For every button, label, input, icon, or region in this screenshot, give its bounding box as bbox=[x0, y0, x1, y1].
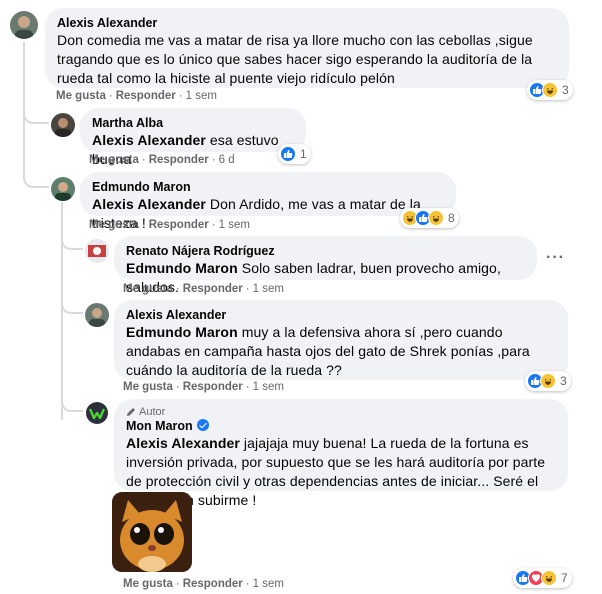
haha-icon bbox=[428, 210, 444, 226]
more-options-button[interactable]: ··· bbox=[546, 249, 565, 267]
thread-connector bbox=[61, 398, 83, 412]
like-button[interactable]: Me gusta bbox=[89, 154, 139, 166]
timestamp[interactable]: 6 d bbox=[219, 154, 235, 166]
thread-line bbox=[61, 202, 63, 420]
thread-connector bbox=[23, 174, 49, 188]
haha-icon bbox=[540, 373, 556, 389]
timestamp[interactable]: 1 sem bbox=[186, 90, 217, 102]
comment-actions: Me gusta · Responder · 1 sem bbox=[56, 90, 217, 102]
thread-line bbox=[23, 42, 25, 174]
mention-link[interactable]: Alexis Alexander bbox=[92, 132, 206, 148]
timestamp[interactable]: 1 sem bbox=[253, 578, 284, 590]
comment-author[interactable]: Martha Alba bbox=[92, 115, 294, 131]
comment-bubble: Edmundo Maron Alexis Alexander Don Ardid… bbox=[80, 172, 456, 231]
timestamp[interactable]: 1 sem bbox=[219, 219, 250, 231]
avatar[interactable] bbox=[10, 11, 38, 39]
avatar[interactable] bbox=[85, 239, 109, 263]
comment-bubble: Renato Nájera Rodríguez Edmundo Maron So… bbox=[114, 236, 537, 295]
comment-bubble: Martha Alba Alexis Alexander esa estuvo … bbox=[80, 108, 306, 167]
comment-author[interactable]: Mon Maron bbox=[126, 418, 556, 434]
pencil-icon bbox=[126, 407, 136, 417]
thread-connector bbox=[61, 300, 83, 314]
avatar[interactable] bbox=[85, 401, 109, 425]
mention-link[interactable]: Edmundo Maron bbox=[126, 324, 238, 340]
reply-button[interactable]: Responder bbox=[183, 578, 243, 590]
mention-link[interactable]: Alexis Alexander bbox=[126, 435, 240, 451]
like-button[interactable]: Me gusta bbox=[123, 283, 173, 295]
reaction-count: 3 bbox=[560, 374, 567, 388]
reaction-count: 3 bbox=[562, 83, 569, 97]
comment-bubble: Autor Mon Maron Alexis Alexander jajajaj… bbox=[114, 399, 568, 508]
comment-bubble: Alexis Alexander Don comedia me vas a ma… bbox=[45, 8, 569, 88]
reply-button[interactable]: Responder bbox=[116, 90, 176, 102]
sticker-image[interactable] bbox=[112, 492, 192, 572]
reaction-count: 1 bbox=[300, 147, 307, 161]
like-button[interactable]: Me gusta bbox=[123, 578, 173, 590]
like-button[interactable]: Me gusta bbox=[89, 219, 139, 231]
verified-badge-icon bbox=[196, 419, 209, 431]
reaction-count: 7 bbox=[561, 571, 568, 585]
author-tag-label: Autor bbox=[139, 406, 166, 418]
like-icon bbox=[280, 146, 296, 162]
reaction-summary[interactable]: 3 bbox=[525, 371, 571, 391]
comment-actions: Me gusta · Responder · 1 sem bbox=[123, 381, 284, 393]
comment-actions: Me gusta · Responder · 1 sem bbox=[123, 283, 284, 295]
mention-link[interactable]: Edmundo Maron bbox=[126, 260, 238, 276]
reply-button[interactable]: Responder bbox=[183, 381, 243, 393]
thread-connector bbox=[23, 110, 49, 124]
like-button[interactable]: Me gusta bbox=[123, 381, 173, 393]
reaction-summary[interactable]: 7 bbox=[513, 568, 572, 588]
comment-author[interactable]: Edmundo Maron bbox=[92, 179, 444, 195]
comment-author[interactable]: Renato Nájera Rodríguez bbox=[126, 243, 525, 259]
comment-text: Don comedia me vas a matar de risa ya ll… bbox=[57, 32, 533, 86]
reply-button[interactable]: Responder bbox=[149, 154, 209, 166]
avatar[interactable] bbox=[85, 303, 109, 327]
comment-actions: Me gusta · Responder · 1 sem bbox=[123, 578, 284, 590]
comment-author[interactable]: Alexis Alexander bbox=[126, 307, 556, 323]
avatar[interactable] bbox=[51, 177, 75, 201]
thread-connector bbox=[61, 236, 83, 250]
comment-bubble: Alexis Alexander Edmundo Maron muy a la … bbox=[114, 300, 568, 380]
avatar[interactable] bbox=[51, 113, 75, 137]
comment-actions: Me gusta · Responder · 1 sem bbox=[89, 219, 250, 231]
timestamp[interactable]: 1 sem bbox=[253, 283, 284, 295]
author-tag: Autor bbox=[126, 406, 556, 418]
reply-button[interactable]: Responder bbox=[149, 219, 209, 231]
reaction-summary[interactable]: 8 bbox=[400, 208, 459, 228]
haha-icon bbox=[541, 570, 557, 586]
comment-author[interactable]: Alexis Alexander bbox=[57, 15, 557, 31]
reaction-summary[interactable]: 3 bbox=[527, 80, 573, 100]
mention-link[interactable]: Alexis Alexander bbox=[92, 196, 206, 212]
timestamp[interactable]: 1 sem bbox=[253, 381, 284, 393]
comment-actions: Me gusta · Responder · 6 d bbox=[89, 154, 235, 166]
reaction-summary[interactable]: 1 bbox=[278, 144, 311, 164]
haha-icon bbox=[542, 82, 558, 98]
like-button[interactable]: Me gusta bbox=[56, 90, 106, 102]
reply-button[interactable]: Responder bbox=[183, 283, 243, 295]
reaction-count: 8 bbox=[448, 211, 455, 225]
